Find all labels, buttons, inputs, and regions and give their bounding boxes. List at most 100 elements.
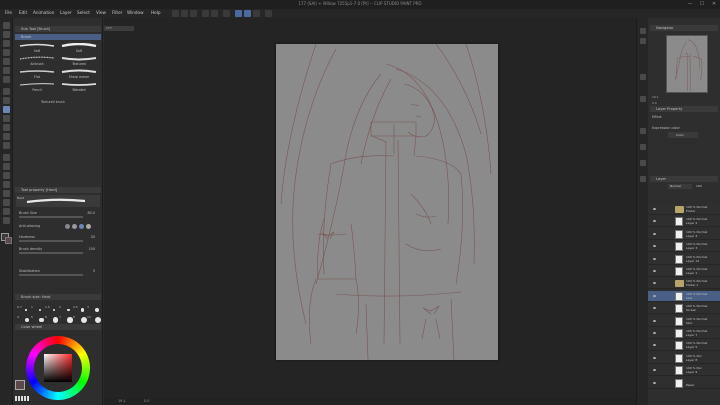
undo-icon[interactable]: [202, 10, 209, 17]
visibility-eye-icon[interactable]: [653, 282, 656, 285]
sub-tool-title[interactable]: Sub Tool [Brush]: [15, 26, 101, 32]
layer-property-icon[interactable]: [640, 96, 646, 102]
visibility-eye-icon[interactable]: [653, 270, 656, 272]
menu-window[interactable]: Window: [127, 10, 144, 15]
figure-tool-icon[interactable]: [3, 172, 10, 179]
brush-size-dot[interactable]: [53, 317, 59, 323]
brush-tool-icon[interactable]: [3, 106, 10, 113]
brush-size-dot[interactable]: [67, 317, 73, 323]
opacity-value[interactable]: 100: [696, 184, 702, 188]
menu-filter[interactable]: Filter: [112, 10, 122, 15]
material-icon[interactable]: [640, 176, 646, 182]
balloon-tool-icon[interactable]: [3, 208, 10, 215]
maximize-button[interactable]: ☐: [696, 0, 708, 9]
save-icon[interactable]: [190, 10, 197, 17]
current-color-swatch[interactable]: [15, 380, 25, 390]
ruler-tool-icon[interactable]: [3, 190, 10, 197]
layer-row[interactable]: 100 % Normal Layer 2: [648, 216, 720, 228]
aa-weak-icon[interactable]: [72, 224, 77, 229]
brush-size-option-label[interactable]: 5: [31, 315, 33, 319]
navigator-preview[interactable]: [666, 35, 708, 93]
paper-layer-row[interactable]: Paper: [648, 377, 720, 389]
drawing-canvas[interactable]: [276, 44, 498, 360]
visibility-eye-icon[interactable]: [653, 381, 656, 384]
search-layer-icon[interactable]: [640, 128, 646, 134]
aa-strong-icon[interactable]: [86, 224, 91, 229]
text-tool-icon[interactable]: [3, 199, 10, 206]
visibility-eye-icon[interactable]: [653, 344, 656, 347]
color-sv-square[interactable]: [44, 354, 72, 382]
expression-color-select[interactable]: Color: [668, 132, 698, 138]
visibility-eye-icon[interactable]: [653, 319, 656, 322]
brush-size-option-label[interactable]: 1: [31, 305, 33, 309]
brush-preset-8[interactable]: Blended: [59, 81, 99, 93]
menu-view[interactable]: View: [96, 10, 106, 15]
layer-row[interactable]: 100 % Nor Layer 9: [648, 365, 720, 377]
brush-preset-4[interactable]: Textured: [59, 55, 99, 67]
layer-row[interactable]: 100 % Normal Layer 7: [648, 328, 720, 339]
stabilization-row[interactable]: Stabilization 5: [15, 269, 101, 276]
visibility-eye-icon[interactable]: [653, 307, 656, 310]
move-layer-tool-icon[interactable]: [3, 49, 10, 56]
brush-size-dot[interactable]: [81, 308, 85, 312]
layer-row[interactable]: 100 % Normal Skin: [648, 315, 720, 327]
visibility-eye-icon[interactable]: [653, 232, 656, 235]
visibility-eye-icon[interactable]: [653, 220, 656, 223]
brush-size-option-label[interactable]: 8: [73, 315, 75, 319]
color-wheel[interactable]: [26, 336, 90, 400]
auto-select-tool-icon[interactable]: [3, 67, 10, 74]
layer-row[interactable]: 100 % Nor Layer 8: [648, 352, 720, 364]
info-icon[interactable]: [640, 74, 646, 80]
close-button[interactable]: ✕: [708, 0, 720, 9]
menu-edit[interactable]: Edit: [19, 10, 27, 15]
clear-icon[interactable]: [223, 10, 230, 17]
frame-tool-icon[interactable]: [3, 181, 10, 188]
brush-preset-2[interactable]: Soft: [59, 42, 99, 54]
brush-preset-1[interactable]: Soft: [17, 42, 57, 54]
brush-preset-6[interactable]: Sharp eraser: [59, 68, 99, 80]
layer-property-title[interactable]: Layer Property: [650, 106, 718, 112]
layer-folder-row[interactable]: 100 % Normal Folder 1: [648, 278, 720, 290]
zoom-tool-icon[interactable]: [3, 22, 10, 29]
status-zoom[interactable]: 19.1: [118, 399, 126, 403]
brush-density-slider[interactable]: [19, 252, 83, 254]
pencil-tool-icon[interactable]: [3, 97, 10, 104]
aa-medium-icon[interactable]: [79, 224, 84, 229]
brush-size-dot[interactable]: [95, 316, 102, 324]
visibility-eye-icon[interactable]: [653, 294, 656, 297]
sub-color-swatch[interactable]: [5, 237, 12, 244]
navigator-toggle-icon[interactable]: [640, 28, 646, 34]
stabilization-slider[interactable]: [19, 274, 83, 276]
brush-size-dot[interactable]: [25, 317, 30, 323]
open-icon[interactable]: [181, 10, 188, 17]
brush-size-dot[interactable]: [53, 308, 56, 312]
minimize-button[interactable]: —: [684, 0, 696, 9]
brush-size-option-label[interactable]: 10: [87, 315, 91, 319]
document-tab[interactable]: 177: [104, 26, 134, 31]
brush-size-dot[interactable]: [67, 308, 70, 312]
stabilization-value[interactable]: 5: [93, 269, 95, 273]
brush-size-option-label[interactable]: 6: [45, 315, 47, 319]
brush-size-option-label[interactable]: 2.5: [73, 305, 78, 309]
sub-tool-category[interactable]: Brush: [15, 34, 101, 40]
menu-file[interactable]: File: [5, 10, 12, 15]
hardness-slider[interactable]: [19, 240, 83, 242]
layer-row[interactable]: 100 % Normal Layer 4: [648, 228, 720, 240]
correct-line-tool-icon[interactable]: [3, 217, 10, 224]
blend-tool-icon[interactable]: [3, 142, 10, 149]
brush-size-value[interactable]: 80.0: [87, 211, 95, 215]
navigator-zoom[interactable]: 19.1: [652, 95, 659, 99]
color-mode-icon[interactable]: [15, 396, 29, 401]
brush-preset-5[interactable]: Flat: [17, 68, 57, 80]
eraser-tool-icon[interactable]: [3, 133, 10, 140]
menu-select[interactable]: Select: [77, 10, 90, 15]
navigator-title[interactable]: Navigator: [650, 25, 718, 31]
hardness-value[interactable]: 30: [91, 235, 95, 239]
status-angle[interactable]: 0.0: [144, 399, 149, 403]
snap-special-ruler-icon[interactable]: [244, 10, 251, 17]
layer-row[interactable]: 100 % Normal Layer 1: [648, 266, 720, 277]
brush-preset-3[interactable]: Airbrush: [17, 55, 57, 67]
brush-size-option-label[interactable]: 2: [59, 305, 61, 309]
brush-size-option-label[interactable]: 3: [87, 305, 89, 309]
color-panel-title[interactable]: Color wheel: [15, 324, 101, 330]
